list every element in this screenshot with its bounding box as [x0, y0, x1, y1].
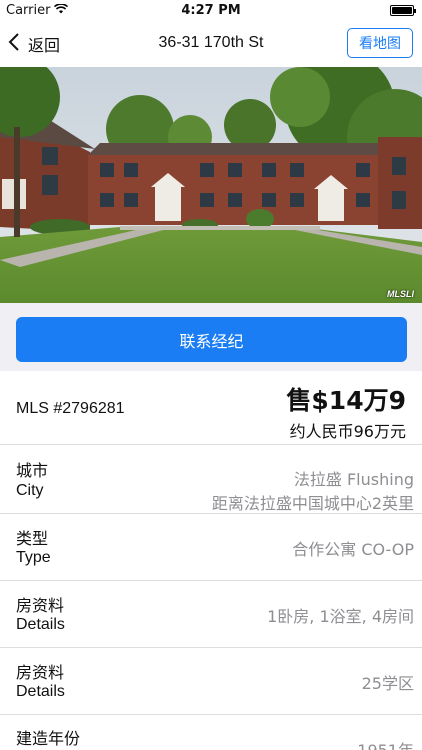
status-bar: Carrier 4:27 PM — [0, 0, 422, 22]
nav-bar: 返回 36-31 170th St 看地图 — [0, 22, 422, 66]
detail-label-en: City — [16, 482, 44, 499]
detail-row-rooms: 房资料 Details 1卧房, 1浴室, 4房间 — [0, 581, 422, 648]
back-button[interactable]: 返回 — [8, 30, 60, 58]
listing-photo[interactable]: MLSLI — [0, 67, 422, 303]
detail-label-en: Details — [16, 616, 65, 633]
detail-label-cn: 类型 — [16, 529, 49, 548]
detail-value: 25学区 — [361, 674, 414, 693]
mls-number: MLS #2796281 — [16, 400, 125, 417]
back-label: 返回 — [28, 36, 61, 55]
detail-row-city: 城市 City 法拉盛 Flushing 距离法拉盛中国城中心2英里 — [0, 445, 422, 514]
view-map-button[interactable]: 看地图 — [347, 28, 413, 58]
clock: 4:27 PM — [181, 3, 241, 18]
detail-value: 法拉盛 Flushing — [293, 470, 414, 489]
chevron-left-icon — [8, 32, 20, 56]
detail-label-cn: 房资料 — [16, 663, 65, 682]
detail-label-en: Details — [16, 683, 65, 700]
detail-value: 1卧房, 1浴室, 4房间 — [267, 607, 414, 626]
detail-label-en: Type — [16, 549, 51, 566]
detail-row-school-district: 房资料 Details 25学区 — [0, 648, 422, 715]
detail-value: 合作公寓 CO-OP — [292, 540, 414, 559]
detail-value: 1951年 — [357, 737, 414, 750]
mls-watermark: MLSLI — [387, 289, 414, 299]
detail-row-type: 类型 Type 合作公寓 CO-OP — [0, 514, 422, 581]
detail-value-secondary: 距离法拉盛中国城中心2英里 — [211, 494, 414, 513]
detail-label-cn: 建造年份 — [16, 729, 81, 748]
price-row: MLS #2796281 售$14万9 约人民币96万元 — [0, 371, 422, 445]
contact-agent-button[interactable]: 联系经纪 — [16, 317, 407, 362]
detail-label-cn: 房资料 — [16, 596, 65, 615]
detail-row-year-built: 建造年份 1951年 — [0, 715, 422, 750]
listing-price: 售$14万9 — [286, 386, 406, 415]
detail-label-cn: 城市 — [16, 461, 49, 480]
battery-icon — [390, 5, 416, 16]
price-rmb: 约人民币96万元 — [289, 422, 406, 441]
contact-section: 联系经纪 — [0, 303, 422, 371]
